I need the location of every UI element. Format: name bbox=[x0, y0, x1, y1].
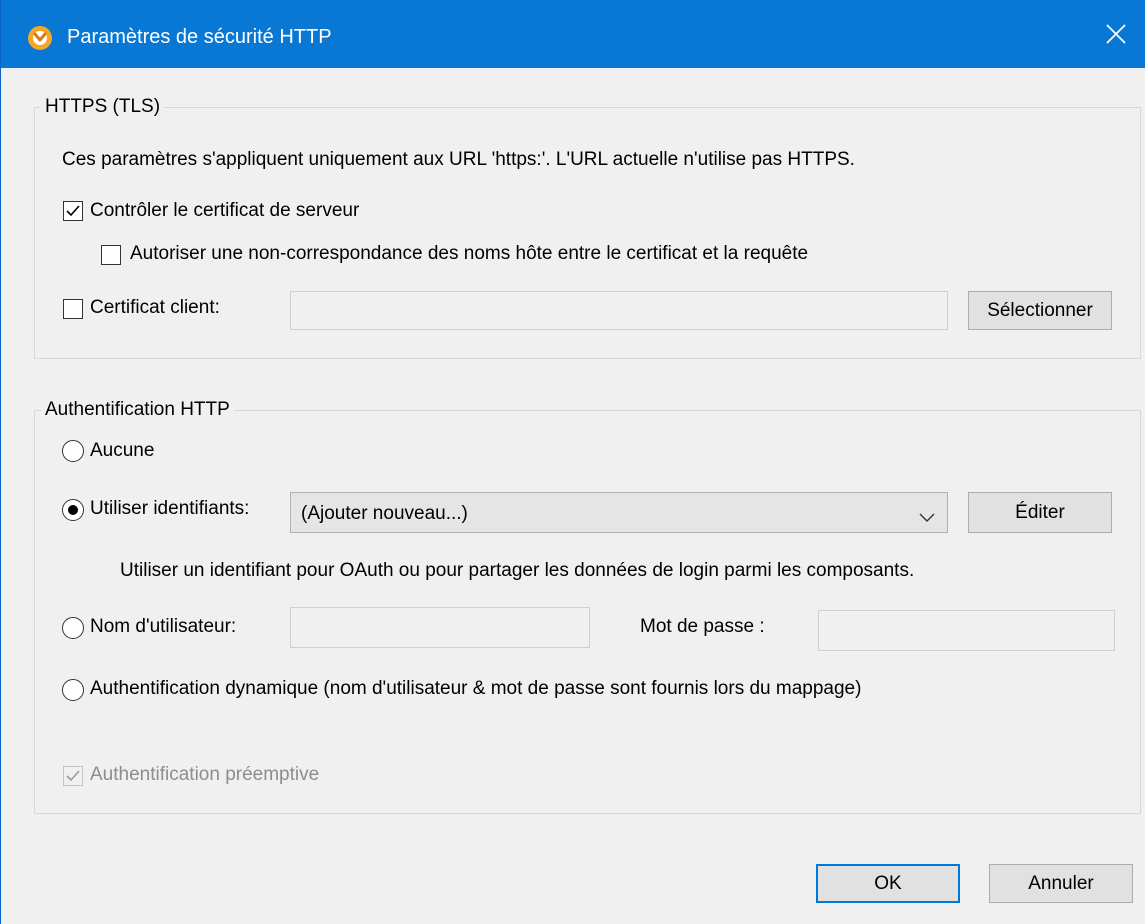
preemptive-auth-checkbox[interactable] bbox=[63, 766, 83, 786]
https-info-text: Ces paramètres s'appliquent uniquement a… bbox=[62, 149, 855, 170]
close-icon bbox=[1106, 24, 1126, 44]
https-group-legend: HTTPS (TLS) bbox=[41, 96, 165, 118]
close-button[interactable] bbox=[1096, 14, 1136, 54]
client-cert-checkbox[interactable] bbox=[63, 299, 83, 319]
username-field[interactable] bbox=[290, 607, 590, 648]
credentials-info-text: Utiliser un identifiant pour OAuth ou po… bbox=[120, 560, 915, 581]
check-server-cert-checkbox[interactable] bbox=[63, 201, 83, 221]
use-credentials-label[interactable]: Utiliser identifiants: bbox=[90, 498, 249, 520]
password-label: Mot de passe : bbox=[640, 616, 765, 637]
checkmark-icon bbox=[66, 205, 80, 217]
preemptive-auth-label[interactable]: Authentification préemptive bbox=[90, 764, 319, 786]
dynamic-auth-radio[interactable] bbox=[62, 679, 84, 701]
credentials-dropdown[interactable]: (Ajouter nouveau...) bbox=[290, 492, 948, 533]
auth-none-radio[interactable] bbox=[62, 440, 84, 462]
username-radio[interactable] bbox=[62, 617, 84, 639]
ok-button[interactable]: OK bbox=[816, 864, 960, 903]
title-bar: Paramètres de sécurité HTTP bbox=[1, 0, 1145, 68]
allow-host-mismatch-checkbox[interactable] bbox=[101, 245, 121, 265]
cancel-button[interactable]: Annuler bbox=[989, 864, 1133, 903]
check-server-cert-label[interactable]: Contrôler le certificat de serveur bbox=[90, 200, 359, 222]
mapforce-app-icon bbox=[27, 25, 53, 51]
chevron-down-icon bbox=[919, 507, 935, 529]
client-cert-field[interactable] bbox=[290, 291, 948, 330]
select-cert-button[interactable]: Sélectionner bbox=[968, 291, 1112, 330]
edit-credentials-button[interactable]: Éditer bbox=[968, 492, 1112, 533]
client-cert-label[interactable]: Certificat client: bbox=[90, 297, 220, 319]
auth-none-label[interactable]: Aucune bbox=[90, 440, 154, 462]
auth-group-legend: Authentification HTTP bbox=[41, 399, 234, 421]
checkmark-icon bbox=[66, 770, 80, 782]
dialog-title: Paramètres de sécurité HTTP bbox=[67, 26, 332, 48]
username-label[interactable]: Nom d'utilisateur: bbox=[90, 616, 236, 638]
credentials-dropdown-value: (Ajouter nouveau...) bbox=[301, 503, 468, 524]
dynamic-auth-label[interactable]: Authentification dynamique (nom d'utilis… bbox=[90, 678, 861, 700]
allow-host-mismatch-label[interactable]: Autoriser une non-correspondance des nom… bbox=[130, 243, 808, 265]
password-field[interactable] bbox=[818, 610, 1115, 651]
http-security-dialog: Paramètres de sécurité HTTP HTTPS (TLS) … bbox=[0, 0, 1145, 924]
use-credentials-radio[interactable] bbox=[62, 499, 84, 521]
radio-selected-dot bbox=[68, 505, 78, 515]
